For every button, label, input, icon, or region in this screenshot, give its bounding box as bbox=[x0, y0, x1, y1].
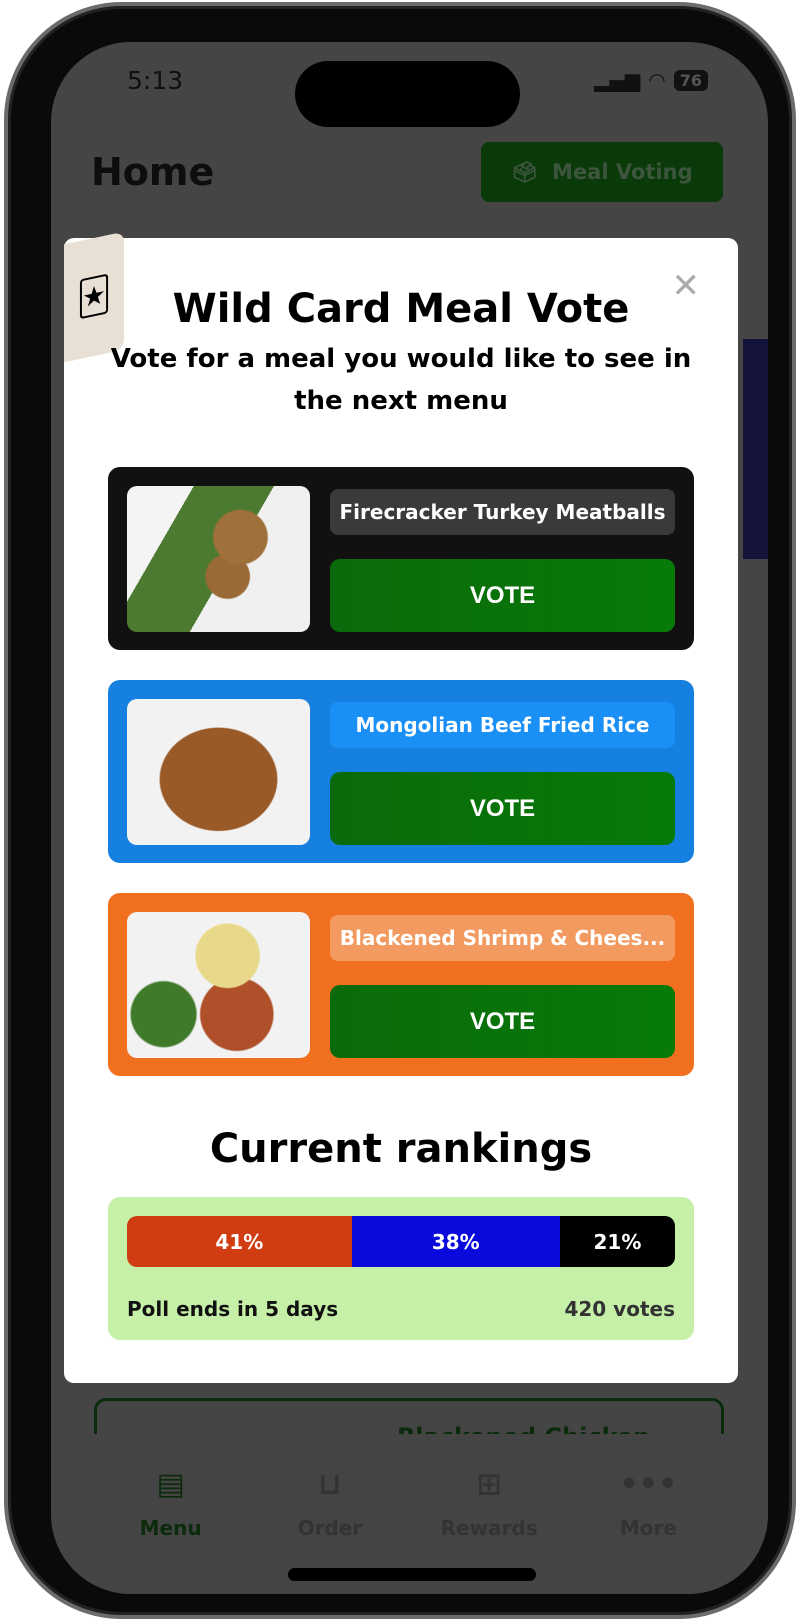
nav-label: Menu bbox=[139, 1516, 202, 1540]
nav-label: Rewards bbox=[440, 1516, 538, 1540]
status-time: 5:13 bbox=[127, 66, 184, 95]
ranking-segment: 21% bbox=[559, 1216, 675, 1267]
ballot-box-icon: 🗳 bbox=[511, 159, 539, 184]
battery-icon: 76 bbox=[673, 69, 708, 91]
modal-subtitle: Vote for a meal you would like to see in… bbox=[110, 344, 692, 416]
meal-image bbox=[127, 486, 310, 632]
meal-voting-button[interactable]: 🗳 Meal Voting bbox=[481, 142, 723, 202]
wifi-icon: ◠ bbox=[648, 68, 666, 92]
vote-button[interactable]: VOTE bbox=[330, 559, 675, 632]
meal-image bbox=[127, 699, 310, 845]
gift-icon: ⊞ bbox=[476, 1467, 502, 1502]
dynamic-island bbox=[295, 61, 520, 127]
meal-name: Blackened Shrimp & Chees... bbox=[330, 915, 675, 961]
status-icons: ▂▄▆ ◠ 76 bbox=[594, 68, 708, 92]
meal-name: Firecracker Turkey Meatballs bbox=[330, 489, 675, 535]
rankings-box: 41% 38% 21% Poll ends in 5 days 420 vote… bbox=[108, 1197, 694, 1340]
basket-icon: ⊔ bbox=[317, 1467, 342, 1502]
ranking-segment: 38% bbox=[351, 1216, 560, 1267]
nav-label: Order bbox=[297, 1516, 363, 1540]
meal-image bbox=[127, 912, 310, 1058]
vote-button[interactable]: VOTE bbox=[330, 985, 675, 1058]
meal-card: Firecracker Turkey Meatballs VOTE bbox=[108, 467, 694, 650]
vote-count: 420 votes bbox=[564, 1297, 675, 1321]
meal-name: Mongolian Beef Fried Rice bbox=[330, 702, 675, 748]
menu-doc-icon: ▤ bbox=[156, 1467, 185, 1502]
nav-more[interactable]: ••• More bbox=[588, 1434, 708, 1594]
nav-menu[interactable]: ▤ Menu bbox=[111, 1434, 231, 1594]
meal-card: Mongolian Beef Fried Rice VOTE bbox=[108, 680, 694, 863]
rankings-bar: 41% 38% 21% bbox=[127, 1216, 675, 1267]
home-indicator bbox=[288, 1568, 536, 1581]
ranking-segment: 41% bbox=[127, 1216, 352, 1267]
more-dots-icon: ••• bbox=[619, 1467, 678, 1502]
meal-voting-label: Meal Voting bbox=[552, 160, 693, 184]
vote-button[interactable]: VOTE bbox=[330, 772, 675, 845]
poll-ends-text: Poll ends in 5 days bbox=[127, 1297, 339, 1321]
nav-label: More bbox=[619, 1516, 677, 1540]
page-title: Home bbox=[91, 150, 215, 194]
signal-icon: ▂▄▆ bbox=[594, 68, 641, 92]
meal-vote-modal: 🃏 ✕ Wild Card Meal Vote Vote for a meal … bbox=[64, 231, 738, 1383]
background-banner bbox=[743, 339, 768, 559]
meal-card: Blackened Shrimp & Chees... VOTE bbox=[108, 893, 694, 1076]
modal-title: Wild Card Meal Vote bbox=[172, 286, 630, 332]
rankings-title: Current rankings bbox=[209, 1126, 593, 1172]
